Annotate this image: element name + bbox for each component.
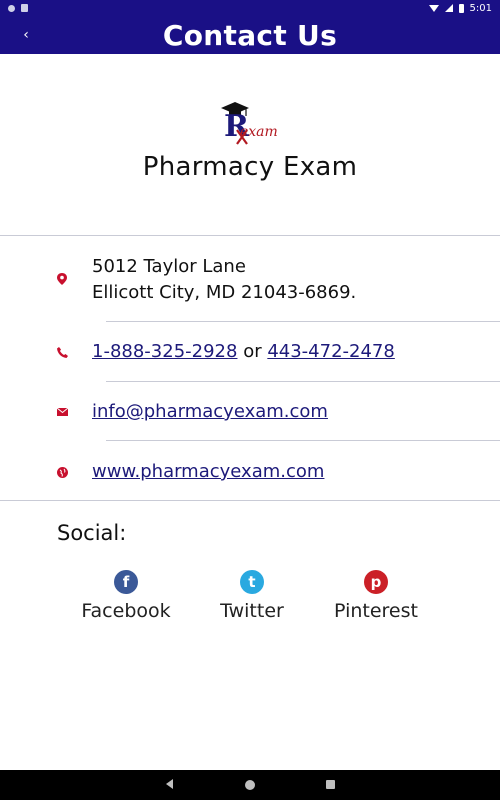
phone-link-1[interactable]: 1-888-325-2928 — [92, 341, 237, 362]
app-bar: ‹ Contact Us — [0, 16, 500, 54]
address-line-2: Ellicott City, MD 21043-6869. — [92, 282, 357, 303]
chevron-left-icon: ‹ — [23, 27, 29, 43]
pinterest-button[interactable]: p Pinterest — [321, 570, 431, 622]
website-link[interactable]: www.pharmacyexam.com — [92, 461, 324, 482]
logo-text: exam — [240, 124, 278, 140]
website-text: www.pharmacyexam.com — [92, 459, 324, 485]
status-bar: 5:01 — [0, 0, 500, 16]
divider — [106, 440, 500, 441]
sdcard-icon — [21, 4, 28, 12]
nav-recent-apps-icon[interactable] — [326, 780, 335, 789]
phone-text: 1-888-325-2928 or 443-472-2478 — [92, 339, 395, 365]
phone-icon — [56, 346, 68, 358]
pinterest-label: Pinterest — [334, 600, 418, 622]
divider — [106, 381, 500, 382]
social-heading: Social: — [57, 521, 127, 545]
phone-separator: or — [237, 341, 268, 362]
page-title: Contact Us — [162, 18, 338, 52]
brand-header: R exam Pharmacy Exam — [0, 100, 500, 182]
notification-dot-icon — [8, 4, 15, 12]
location-pin-icon — [56, 273, 68, 285]
pinterest-icon: p — [364, 570, 388, 594]
email-link[interactable]: info@pharmacyexam.com — [92, 401, 328, 422]
status-time: 5:01 — [469, 2, 492, 14]
phone-link-2[interactable]: 443-472-2478 — [267, 341, 395, 362]
facebook-button[interactable]: f Facebook — [71, 570, 181, 622]
pharmacy-exam-logo: R exam — [215, 100, 285, 148]
twitter-icon: t — [240, 570, 264, 594]
globe-icon — [56, 466, 68, 478]
divider — [0, 500, 500, 501]
nav-home-icon[interactable] — [245, 780, 255, 790]
wifi-icon — [428, 4, 439, 12]
system-nav-bar — [0, 770, 500, 800]
address-text: 5012 Taylor Lane Ellicott City, MD 21043… — [92, 254, 356, 306]
facebook-label: Facebook — [81, 600, 171, 622]
facebook-icon: f — [114, 570, 138, 594]
envelope-icon — [56, 406, 68, 418]
signal-icon — [444, 4, 453, 12]
divider — [0, 235, 500, 236]
battery-icon — [458, 3, 464, 13]
back-button[interactable]: ‹ — [14, 22, 38, 48]
brand-name: Pharmacy Exam — [142, 152, 358, 182]
twitter-label: Twitter — [220, 600, 284, 622]
address-line-1: 5012 Taylor Lane — [92, 256, 246, 277]
divider — [106, 321, 500, 322]
nav-back-icon[interactable] — [166, 779, 173, 789]
email-text: info@pharmacyexam.com — [92, 399, 328, 425]
twitter-button[interactable]: t Twitter — [197, 570, 307, 622]
